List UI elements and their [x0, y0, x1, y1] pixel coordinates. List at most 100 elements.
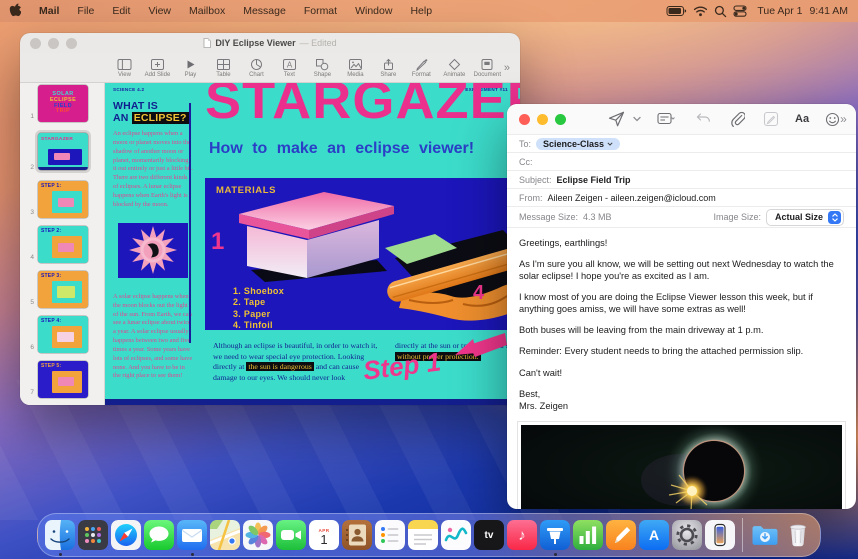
materials-panel[interactable]: MATERIALS 1 1. Shoebox [205, 178, 520, 330]
slide-subtitle[interactable]: How to make an eclipse viewer! [209, 140, 474, 158]
dock-maps[interactable] [210, 520, 240, 550]
send-button[interactable] [608, 111, 625, 127]
slide-1-thumbnail[interactable]: SOLAR ECLIPSE FIELD TRIP [38, 85, 88, 122]
slide-thumb-row[interactable]: 1 SOLAR ECLIPSE FIELD TRIP [20, 85, 104, 122]
animate-button[interactable]: Animate [438, 58, 471, 78]
minimize-button[interactable] [537, 114, 548, 125]
from-field[interactable]: From: Aileen Zeigen - aileen.zeigen@iclo… [507, 188, 856, 206]
what-is-eclipse-block[interactable]: WHAT ISAN ECLIPSE? An eclipse happens wh… [113, 101, 193, 210]
attach-button[interactable] [729, 111, 745, 127]
shape-button[interactable]: Shape [306, 58, 339, 78]
battery-icon[interactable] [666, 5, 687, 17]
slide-thumb-row[interactable]: 7 STEP 5: [20, 361, 104, 398]
play-button[interactable]: Play [174, 58, 207, 78]
slide-thumb-row[interactable]: 2 STARGAZER [20, 130, 104, 173]
slide-7-thumbnail[interactable]: STEP 5: [38, 361, 88, 398]
menu-file[interactable]: File [68, 5, 103, 17]
format-button[interactable]: Aa [795, 113, 809, 125]
send-options-chevron-icon[interactable] [633, 116, 641, 122]
dock-tv[interactable]: tv [474, 520, 504, 550]
dock-freeform[interactable] [441, 520, 471, 550]
toolbar-overflow-button[interactable]: » [504, 62, 520, 74]
chart-button[interactable]: Chart [240, 58, 273, 78]
dock-numbers[interactable] [573, 520, 603, 550]
dock-safari[interactable] [111, 520, 141, 550]
dock-finder[interactable] [45, 520, 75, 550]
document-button[interactable]: Document [471, 58, 504, 78]
dock-trash[interactable] [783, 520, 813, 550]
dock-music[interactable]: ♪ [507, 520, 537, 550]
slide-5-thumbnail[interactable]: STEP 3: [38, 271, 88, 308]
zoom-button[interactable] [555, 114, 566, 125]
menu-mailbox[interactable]: Mailbox [180, 5, 234, 17]
emoji-button[interactable] [825, 112, 840, 127]
dock-photos[interactable] [243, 520, 273, 550]
menu-clock[interactable]: Tue Apr 19:41 AM [753, 5, 848, 17]
apple-menu[interactable] [0, 3, 30, 20]
slide-thumb-row[interactable]: 6 STEP 4: [20, 316, 104, 353]
cc-field[interactable]: Cc: [507, 152, 856, 170]
dock-launchpad[interactable] [78, 520, 108, 550]
wifi-icon[interactable] [693, 5, 708, 17]
add-slide-button[interactable]: Add Slide [141, 58, 174, 78]
slide-2-thumbnail-selected[interactable]: STARGAZER [38, 133, 88, 170]
keynote-window: DIY Eclipse Viewer — Edited View Add Sli… [20, 33, 520, 405]
slide-thumb-row[interactable]: 4 STEP 2: [20, 226, 104, 263]
dock-app-store[interactable]: A [639, 520, 669, 550]
recipient-token[interactable]: Science-Class [536, 138, 620, 150]
dock-facetime[interactable] [276, 520, 306, 550]
message-body[interactable]: Greetings, earthlings! As I'm sure you a… [507, 227, 856, 412]
search-icon[interactable] [714, 5, 727, 18]
close-button[interactable] [519, 114, 530, 125]
control-center-icon[interactable] [733, 5, 747, 17]
share-button[interactable]: Share [372, 58, 405, 78]
slide-6-thumbnail[interactable]: STEP 4: [38, 316, 88, 353]
eclipse-photo-attachment[interactable] [517, 421, 846, 509]
slide-4-thumbnail[interactable]: STEP 2: [38, 226, 88, 263]
sun-illustration[interactable] [118, 223, 188, 278]
undo-icon[interactable] [695, 112, 711, 126]
zoom-button[interactable] [66, 38, 77, 49]
menu-edit[interactable]: Edit [103, 5, 139, 17]
slide-3-thumbnail[interactable]: STEP 1: [38, 181, 88, 218]
dock-pages[interactable] [606, 520, 636, 550]
toolbar-overflow-button[interactable]: » [840, 112, 847, 126]
dock-system-settings[interactable] [672, 520, 702, 550]
dock-keynote[interactable] [540, 520, 570, 550]
slide-thumb-row[interactable]: 5 STEP 3: [20, 271, 104, 308]
subject-field[interactable]: Subject: Eclipse Field Trip [507, 170, 856, 188]
dock-notes[interactable] [408, 520, 438, 550]
menu-message[interactable]: Message [234, 5, 295, 17]
menu-format[interactable]: Format [295, 5, 346, 17]
dock-downloads-folder[interactable] [750, 520, 780, 550]
slide-title[interactable]: STARGAZER [205, 83, 520, 131]
dock-mail[interactable] [177, 520, 207, 550]
caution-text-col1[interactable]: Although an eclipse is beautiful, in ord… [213, 341, 385, 383]
markup-button[interactable] [763, 111, 779, 127]
dock-reminders[interactable] [375, 520, 405, 550]
media-button[interactable]: Media [339, 58, 372, 78]
dock-contacts[interactable] [342, 520, 372, 550]
text-button[interactable]: AText [273, 58, 306, 78]
dock-messages[interactable] [144, 520, 174, 550]
menu-bar: Mail File Edit View Mailbox Message Form… [0, 0, 858, 22]
menu-window[interactable]: Window [346, 5, 401, 17]
dock-iphone-mirroring[interactable] [705, 520, 735, 550]
header-fields-button[interactable] [657, 112, 675, 126]
view-button[interactable]: View [108, 58, 141, 78]
slide-canvas[interactable]: SCIENCE 4.2 EXPERIMENT #11 WHAT ISAN ECL… [105, 83, 520, 405]
dock-calendar[interactable]: APR1 [309, 520, 339, 550]
slide-thumb-row[interactable]: 3 STEP 1: [20, 181, 104, 218]
menu-mail[interactable]: Mail [30, 5, 68, 17]
to-field[interactable]: To: Science-Class [507, 134, 856, 152]
solar-eclipse-paragraph-block[interactable]: A solar eclipse happens when the moon bl… [113, 287, 193, 381]
material-item: 4. Tinfoil [233, 320, 284, 330]
close-button[interactable] [30, 38, 41, 49]
minimize-button[interactable] [48, 38, 59, 49]
format-button[interactable]: Format [405, 58, 438, 78]
menu-view[interactable]: View [139, 5, 180, 17]
sidebar-icon [117, 58, 132, 71]
table-button[interactable]: Table [207, 58, 240, 78]
menu-help[interactable]: Help [401, 5, 441, 17]
image-size-select[interactable]: Actual Size [766, 209, 844, 226]
